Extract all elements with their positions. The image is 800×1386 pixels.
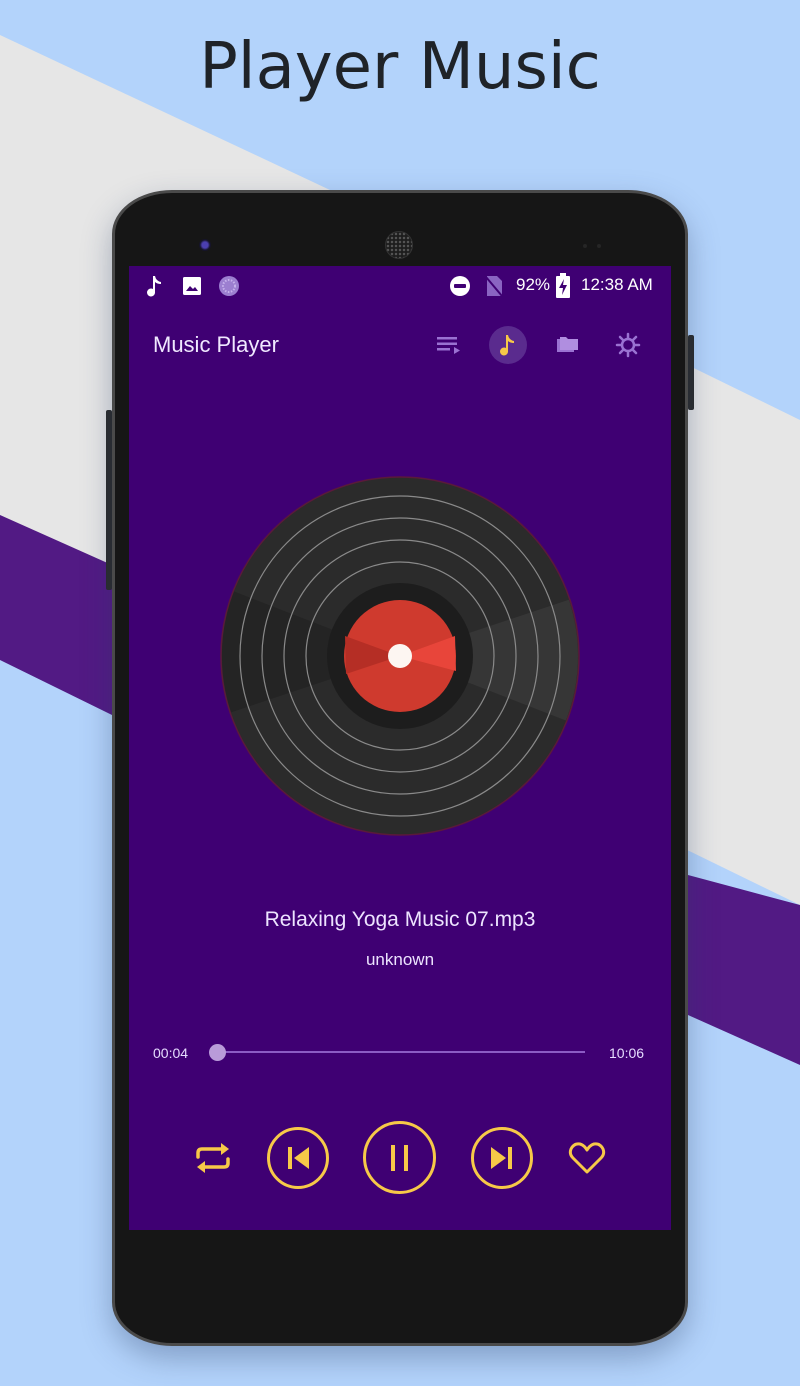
favorite-button[interactable]: [565, 1136, 609, 1180]
total-duration: 10:06: [609, 1045, 645, 1061]
phone-power-button: [688, 335, 694, 410]
light-sensor: [597, 244, 601, 248]
heart-icon: [568, 1142, 606, 1174]
battery-percent: 92%: [516, 275, 551, 294]
song-title: Relaxing Yoga Music 07.mp3: [264, 908, 536, 931]
folder-icon: [557, 337, 578, 352]
vinyl-disc-artwork: [220, 476, 580, 836]
settings-button[interactable]: [609, 326, 647, 364]
song-artist: unknown: [365, 950, 435, 969]
no-sim-icon: [485, 276, 503, 297]
seek-bar[interactable]: [209, 1042, 585, 1062]
queue-button[interactable]: [430, 326, 468, 364]
music-note-icon: [500, 335, 514, 356]
repeat-button[interactable]: [191, 1136, 235, 1180]
next-button[interactable]: [471, 1127, 533, 1189]
clock: 12:38 AM: [581, 275, 653, 294]
do-not-disturb-icon: [450, 276, 470, 296]
seek-thumb[interactable]: [209, 1044, 227, 1061]
elapsed-time: 00:04: [153, 1045, 189, 1061]
app-title: Music Player: [153, 332, 279, 357]
folders-button[interactable]: [549, 326, 587, 364]
seek-track: [215, 1051, 585, 1053]
pause-icon: [390, 1144, 408, 1171]
play-pause-button[interactable]: [363, 1121, 436, 1194]
disc-spindle-hole: [388, 644, 412, 668]
proximity-sensor: [583, 244, 587, 248]
now-playing-button[interactable]: [489, 326, 527, 364]
circle-app-icon: [219, 276, 239, 296]
previous-button[interactable]: [267, 1127, 329, 1189]
status-bar: 92% 12:38 AM: [129, 266, 671, 304]
app-screen: 92% 12:38 AM Music Player Relaxing Yoga …: [129, 266, 671, 1230]
skip-previous-icon: [288, 1147, 309, 1169]
image-icon: [183, 277, 201, 295]
earpiece-speaker: [385, 231, 413, 259]
front-camera: [199, 239, 211, 251]
queue-icon: [437, 337, 460, 354]
repeat-icon: [196, 1143, 230, 1173]
promo-headline: Player Music: [199, 30, 601, 104]
music-note-icon: [147, 276, 161, 297]
skip-next-icon: [491, 1147, 512, 1169]
battery-charging-icon: [556, 273, 570, 298]
settings-icon: [615, 332, 641, 358]
